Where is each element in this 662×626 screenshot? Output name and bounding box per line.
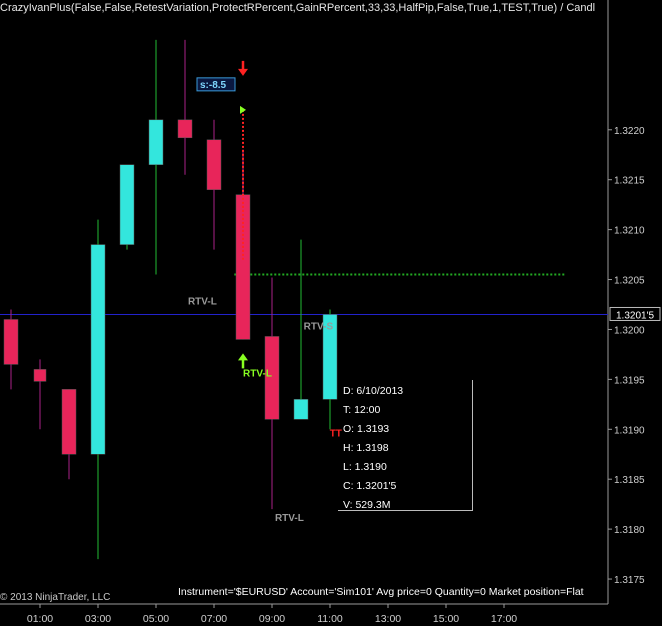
y-tick-label: 1.3210 (614, 226, 645, 237)
y-tick-label: 1.3220 (614, 126, 645, 137)
tooltip-open: O: 1.3193 (343, 423, 390, 435)
candle-body (61, 389, 77, 455)
candle (33, 359, 47, 430)
candlestick-chart[interactable]: 1.3220 1.3215 1.3210 1.3205 1.3200 1.3195 1.31… (0, 0, 662, 626)
candle-body (177, 119, 193, 139)
tooltip-high: H: 1.3198 (343, 442, 389, 454)
sell-arrow-icon (238, 68, 248, 76)
x-tick-label: 03:00 (85, 613, 111, 625)
entry-marker-icon (240, 105, 246, 114)
y-tick-label: 1.3175 (614, 575, 645, 586)
candle-body (148, 119, 164, 165)
x-tick-label: 11:00 (317, 613, 343, 625)
tooltip-date: D: 6/10/2013 (343, 385, 404, 397)
y-tick-label: 1.3185 (614, 475, 645, 486)
candle (148, 39, 164, 275)
y-tick-label: 1.3200 (614, 325, 645, 336)
account-status-line: Instrument='$EURUSD' Account='Sim101' Av… (178, 586, 584, 598)
y-tick-label: 1.3205 (614, 276, 645, 287)
signal-label: RTV-L (188, 296, 217, 307)
candle-body (235, 194, 251, 340)
candle (177, 39, 193, 175)
x-tick-label: 07:00 (201, 613, 227, 625)
x-tick-label: 13:00 (375, 613, 401, 625)
tooltip-time: T: 12:00 (343, 404, 381, 416)
candle (90, 219, 106, 560)
tooltip-close: C: 1.3201'5 (343, 480, 397, 492)
y-tick-label: 1.3215 (614, 176, 645, 187)
last-price-label: 1.3201'5 (616, 310, 654, 321)
y-tick-label: 1.3195 (614, 375, 645, 386)
stop-label: s:-8.5 (200, 80, 227, 91)
candle-body (3, 319, 19, 365)
x-tick-label: 17:00 (491, 613, 517, 625)
candle (206, 119, 222, 250)
copyright-label: © 2013 NinjaTrader, LLC (0, 592, 111, 603)
tooltip-low: L: 1.3190 (343, 461, 387, 473)
x-tick-label: 15:00 (433, 613, 459, 625)
y-tick-label: 1.3180 (614, 525, 645, 536)
candle-body (206, 139, 222, 190)
candle (61, 389, 77, 480)
data-tooltip: D: 6/10/2013 T: 12:00 O: 1.3193 H: 1.319… (338, 380, 473, 511)
tooltip-volume: V: 529.3M (343, 499, 391, 511)
buy-signal-label: RTV-L (243, 368, 272, 379)
candle (264, 277, 280, 510)
indicator-header: CrazyIvanPlus(False,False,RetestVariatio… (0, 2, 596, 14)
y-tick-label: 1.3190 (614, 425, 645, 436)
signal-label: RTV-L (275, 513, 304, 524)
candle-body (293, 399, 309, 420)
candle (119, 164, 135, 250)
x-tick-label: 01:00 (27, 613, 53, 625)
signal-label: RTV-S (304, 321, 334, 332)
candle (3, 309, 19, 390)
buy-arrow-icon (238, 353, 248, 361)
candle-body (119, 164, 135, 245)
x-tick-label: 05:00 (143, 613, 169, 625)
x-tick-label: 09:00 (259, 613, 285, 625)
candle-body (33, 369, 47, 382)
candle-body (90, 244, 106, 455)
